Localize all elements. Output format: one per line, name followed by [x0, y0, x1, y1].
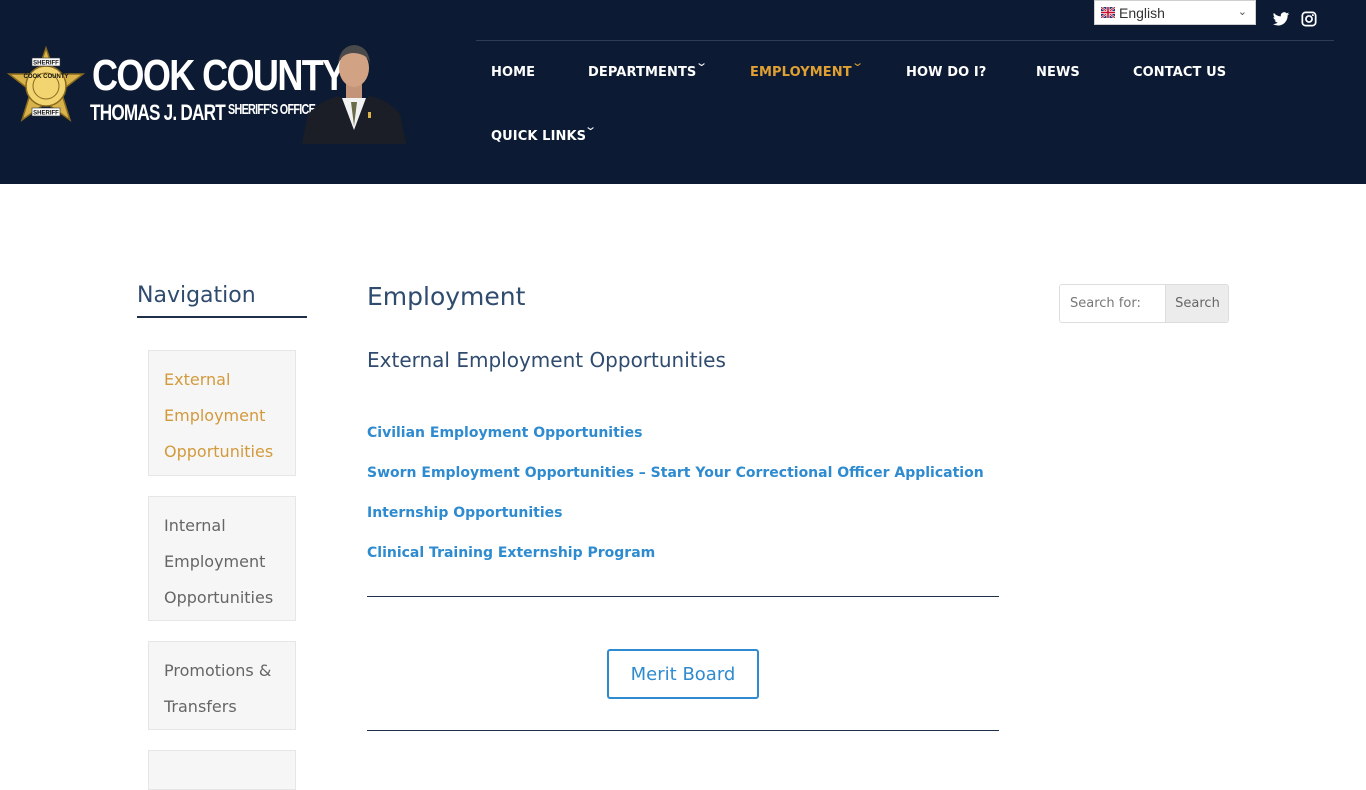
link-clinical-training-externship[interactable]: Clinical Training Externship Program — [367, 545, 655, 561]
page-title: Employment — [367, 282, 526, 311]
nav-departments[interactable]: DEPARTMENTS — [588, 65, 696, 85]
sidebar-item-external-employment[interactable]: External Employment Opportunities — [148, 350, 296, 476]
nav-quick-links[interactable]: QUICK LINKS — [491, 129, 586, 149]
sidebar-item-promotions-transfers[interactable]: Promotions & Transfers — [148, 641, 296, 730]
search-input[interactable] — [1060, 285, 1165, 322]
sidebar-heading-underline — [137, 316, 307, 318]
nav-news[interactable]: NEWS — [1036, 65, 1080, 85]
sheriff-badge-icon: SHERIFF COOK COUNTY SHERIFF — [6, 46, 86, 122]
sidebar-item-next[interactable] — [148, 750, 296, 790]
language-select[interactable]: English ⌄ — [1094, 0, 1256, 25]
sheriff-portrait-icon — [302, 45, 406, 144]
badge-ring-text: COOK COUNTY — [24, 74, 69, 80]
sidebar-item-label: Internal Employment Opportunities — [164, 516, 274, 607]
sidebar-item-internal-employment[interactable]: Internal Employment Opportunities — [148, 496, 296, 621]
twitter-icon[interactable] — [1272, 10, 1290, 28]
instagram-icon[interactable] — [1301, 11, 1317, 27]
search-form: Search — [1059, 284, 1229, 323]
sidebar-heading: Navigation — [137, 283, 256, 308]
badge-bottom-text: SHERIFF — [33, 111, 59, 117]
sidebar-item-label: Promotions & Transfers — [164, 661, 272, 716]
content-divider — [367, 596, 999, 597]
chevron-down-icon: ⌄ — [584, 120, 598, 133]
merit-board-button[interactable]: Merit Board — [607, 649, 759, 699]
chevron-down-icon: ⌄ — [695, 56, 709, 69]
nav-contact-us[interactable]: CONTACT US — [1133, 65, 1226, 85]
logo-name: THOMAS J. DART — [90, 100, 226, 125]
link-sworn-employment[interactable]: Sworn Employment Opportunities – Start Y… — [367, 465, 984, 481]
sidebar-item-label: External Employment Opportunities — [164, 370, 274, 461]
language-selected: English — [1119, 5, 1165, 21]
content-divider — [367, 730, 999, 731]
nav-how-do-i[interactable]: HOW DO I? — [906, 65, 986, 85]
site-header: SHERIFF COOK COUNTY SHERIFF COOK COUNTY … — [0, 0, 1366, 184]
link-internship-opportunities[interactable]: Internship Opportunities — [367, 505, 562, 521]
chevron-down-icon: ⌄ — [1237, 6, 1247, 18]
nav-home[interactable]: HOME — [491, 65, 535, 85]
search-button[interactable]: Search — [1165, 285, 1228, 322]
chevron-down-icon: ⌄ — [851, 56, 865, 69]
uk-flag-icon — [1101, 7, 1115, 18]
link-civilian-employment[interactable]: Civilian Employment Opportunities — [367, 425, 642, 441]
nav-divider — [476, 40, 1334, 41]
badge-top-text: SHERIFF — [33, 61, 59, 67]
nav-employment[interactable]: EMPLOYMENT — [750, 65, 852, 85]
section-title: External Employment Opportunities — [367, 348, 726, 372]
site-logo[interactable]: SHERIFF COOK COUNTY SHERIFF COOK COUNTY … — [4, 40, 406, 144]
